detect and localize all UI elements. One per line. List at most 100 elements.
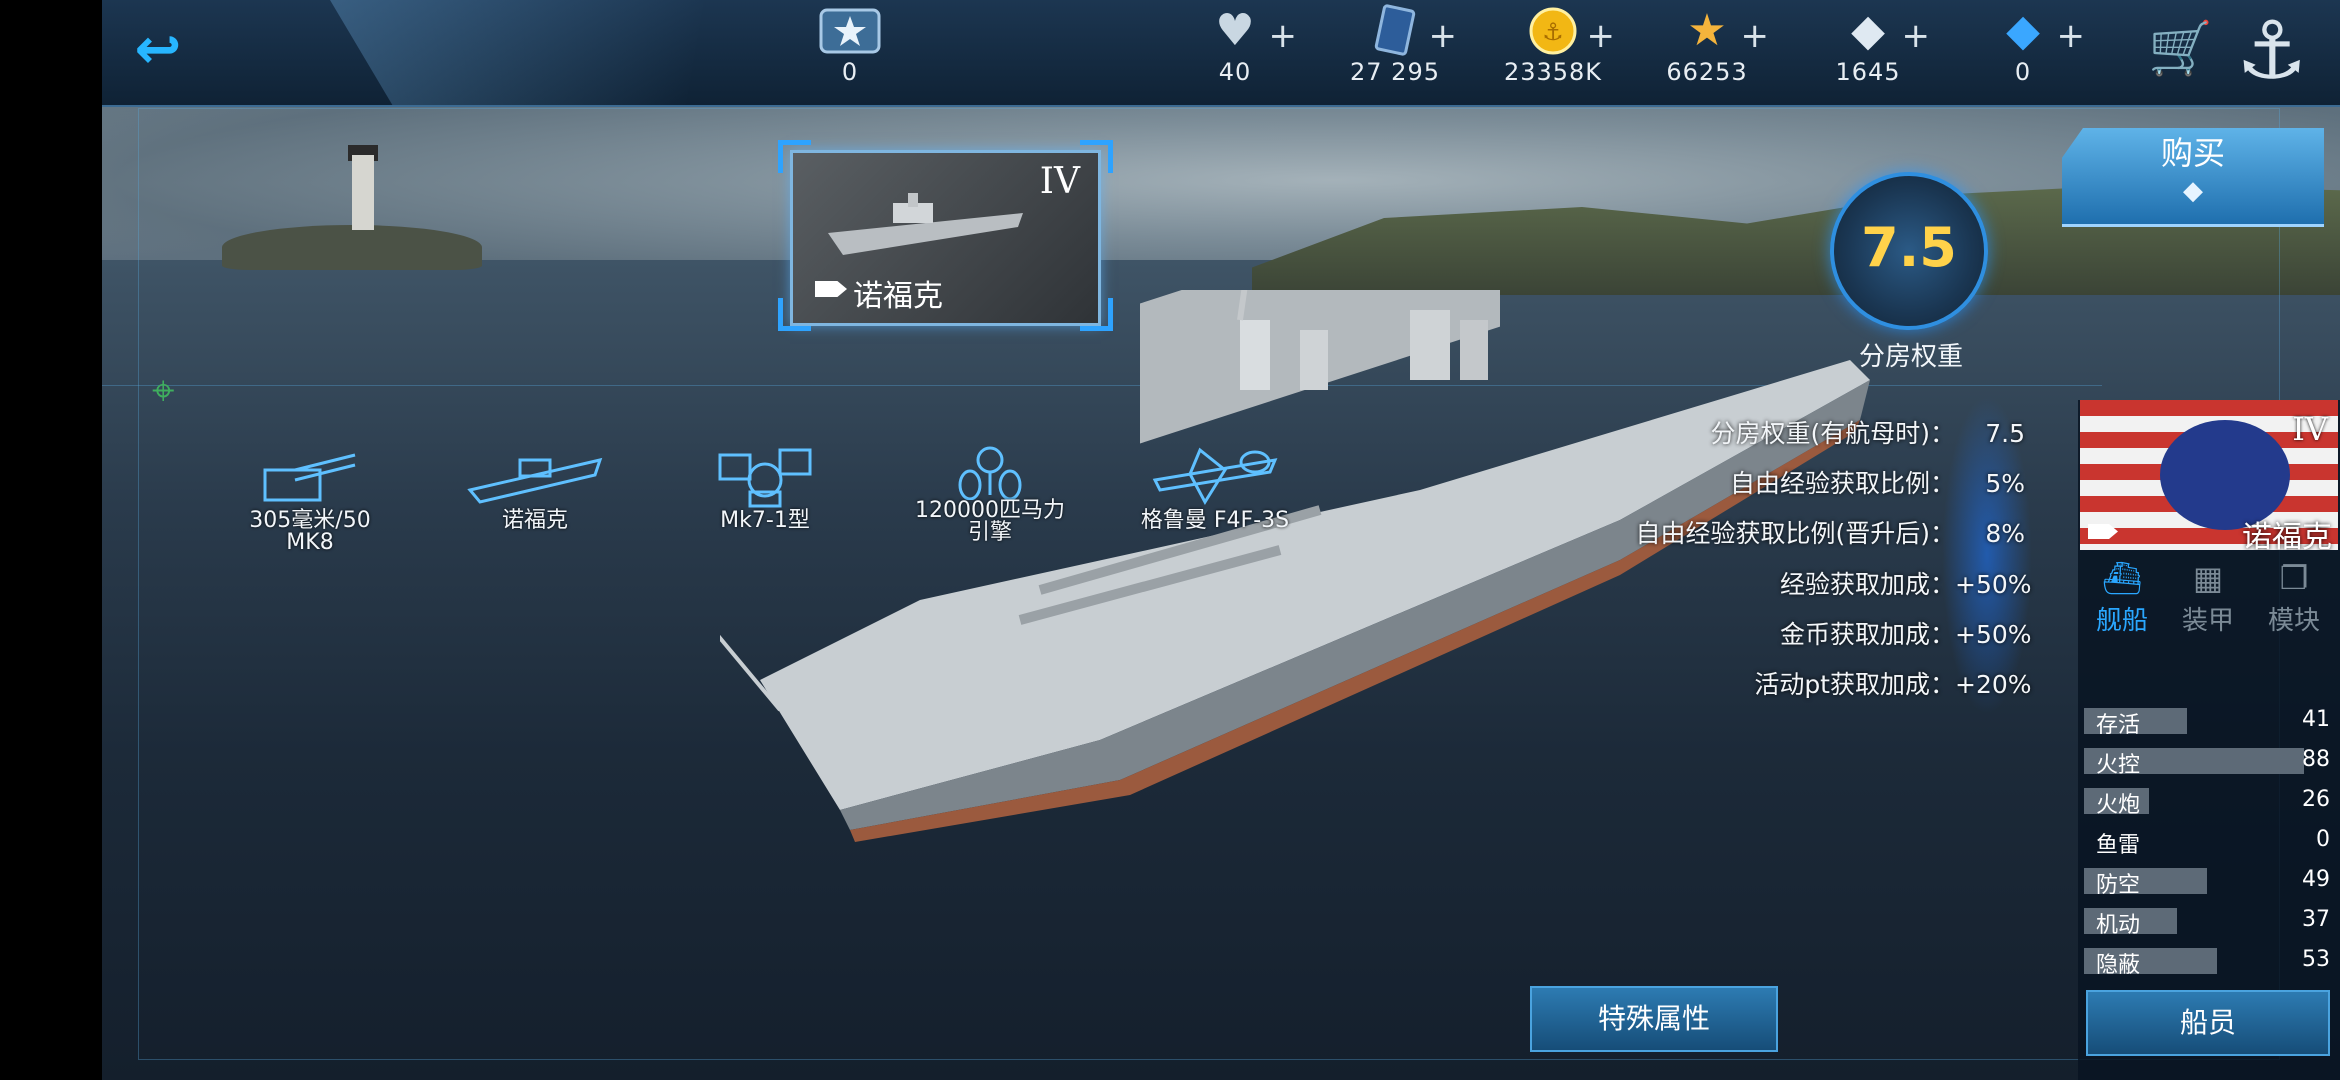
equipment-label: 格鲁曼 F4F-3S	[1140, 508, 1290, 533]
attribute-name: 机动	[2096, 913, 2141, 938]
ship-model	[720, 290, 1870, 842]
tab-ship[interactable]: ⛴ 舰船	[2080, 556, 2164, 642]
card-corner	[1080, 140, 1113, 173]
plus-icon[interactable]: +	[1429, 16, 1458, 56]
hull-icon	[467, 457, 603, 504]
diamond-icon: ◆	[2183, 176, 2203, 206]
plus-icon[interactable]: +	[1902, 16, 1931, 56]
attribute-value: 53	[2302, 947, 2330, 972]
attribute-value: 88	[2302, 747, 2330, 772]
resource-crystal[interactable]: ◆ + 0	[1953, 4, 2093, 94]
attribute-row: 火炮 26	[2084, 786, 2334, 818]
attribute-name: 火炮	[2096, 793, 2141, 818]
attribute-value: 41	[2302, 707, 2330, 732]
attribute-name: 鱼雷	[2096, 833, 2141, 858]
attribute-name: 防空	[2096, 873, 2141, 898]
shop-cart-icon[interactable]: 🛒	[2148, 18, 2213, 79]
anchor-icon[interactable]: ⚓	[2236, 4, 2308, 97]
tab-label: 装甲	[2181, 606, 2234, 636]
topbar-bevel	[330, 0, 850, 105]
weight-dial: 7.5	[1830, 172, 1988, 330]
attribute-row: 鱼雷 0	[2084, 826, 2334, 858]
buy-button[interactable]: 购买 ◆	[2062, 128, 2324, 227]
equipment-engine[interactable]: 120000匹马力 引擎	[905, 440, 1075, 544]
equipment-label: Mk7-1型	[720, 508, 810, 533]
card-icon	[1374, 4, 1416, 56]
target-focus-icon[interactable]: ⌖	[152, 368, 175, 414]
tab-module[interactable]: ❐ 模块	[2252, 556, 2336, 642]
resource-card[interactable]: + 27 295	[1325, 4, 1465, 94]
plane-icon	[1152, 447, 1278, 505]
attribute-name: 存活	[2096, 713, 2141, 738]
attribute-name: 隐蔽	[2096, 953, 2141, 978]
rank-badge[interactable]: 0	[780, 4, 920, 94]
ship-flag-card[interactable]: IV 诺福克	[2080, 400, 2338, 550]
equipment-radar[interactable]: Mk7-1型	[700, 440, 830, 532]
attribute-row: 防空 49	[2084, 866, 2334, 898]
attribute-value: 37	[2302, 907, 2330, 932]
attribute-row: 火控 88	[2084, 746, 2334, 778]
card-value: 27 295	[1350, 58, 1440, 86]
plus-icon[interactable]: +	[1269, 16, 1298, 56]
ship-tab-icon: ⛴	[2101, 559, 2143, 597]
svg-text:⚓: ⚓	[1542, 18, 1564, 46]
panel-ship-name: 诺福克	[2242, 520, 2332, 550]
attribute-name: 火控	[2096, 753, 2141, 778]
engine-icon	[958, 446, 1022, 500]
crew-button[interactable]: 船员	[2086, 990, 2330, 1056]
tab-label: 模块	[2267, 606, 2320, 636]
equipment-turret[interactable]: 305毫米/50 MK8	[235, 440, 385, 554]
special-attributes-button[interactable]: 特殊属性	[1530, 986, 1778, 1052]
stat-row: 自由经验获取比例(晋升后)： 8%	[1635, 519, 2025, 548]
crystal-value: 0	[2014, 58, 2032, 86]
equipment-plane[interactable]: 格鲁曼 F4F-3S	[1125, 440, 1305, 532]
special-attributes-label: 特殊属性	[1597, 1002, 1710, 1035]
attribute-value: 26	[2302, 787, 2330, 812]
rank-star-icon	[819, 8, 881, 54]
stat-row: 分房权重(有航母时)： 7.5	[1710, 419, 2025, 448]
back-arrow-icon: ↩	[134, 17, 182, 82]
module-tab-icon: ❐	[2279, 559, 2309, 597]
attribute-value: 49	[2302, 867, 2330, 892]
star-value: 66253	[1666, 58, 1748, 86]
stat-row: 金币获取加成：+50%	[1779, 620, 2032, 649]
attribute-value: 0	[2316, 827, 2330, 852]
plus-icon[interactable]: +	[1587, 16, 1616, 56]
tab-armor[interactable]: ▦ 装甲	[2166, 556, 2250, 642]
left-black-bar	[0, 0, 102, 1080]
stat-row: 经验获取加成：+50%	[1779, 570, 2032, 599]
ship-thumbnail-icon	[828, 193, 1023, 255]
ship-class-icon	[2088, 524, 2118, 539]
equipment-hull[interactable]: 诺福克	[460, 440, 610, 532]
radar-icon	[718, 448, 812, 508]
panel-ship-tier: IV	[2292, 410, 2328, 448]
stat-row: 活动pt获取加成：+20%	[1754, 670, 2032, 699]
equipment-label: 305毫米/50 MK8	[249, 508, 371, 555]
rank-value: 0	[841, 58, 859, 86]
tab-label: 舰船	[2095, 606, 2148, 636]
heart-value: 40	[1218, 58, 1252, 86]
crew-label: 船员	[2179, 1006, 2236, 1039]
weight-label: 分房权重	[1858, 342, 1963, 372]
resource-star[interactable]: ★ + 66253	[1637, 4, 1777, 94]
attribute-row: 存活 41	[2084, 706, 2334, 738]
attribute-row: 隐蔽 53	[2084, 946, 2334, 978]
resource-heart[interactable]: ♥ + 40	[1165, 4, 1305, 94]
attribute-row: 机动 37	[2084, 906, 2334, 938]
plus-icon[interactable]: +	[2057, 16, 2086, 56]
armor-tab-icon: ▦	[2192, 559, 2224, 597]
diamond-value: 1645	[1835, 58, 1901, 86]
gold-value: 23358K	[1503, 58, 1603, 86]
buy-label: 购买	[2160, 134, 2225, 172]
back-button[interactable]: ↩	[118, 20, 198, 80]
ship-tier: IV	[1039, 161, 1080, 202]
resource-diamond[interactable]: ◆ + 1645	[1798, 4, 1938, 94]
equipment-label: 120000匹马力 引擎	[915, 498, 1065, 545]
plus-icon[interactable]: +	[1741, 16, 1770, 56]
resource-gold[interactable]: ⚓ + 23358K	[1483, 4, 1623, 94]
turret-icon	[263, 453, 356, 502]
card-corner	[778, 140, 811, 173]
weight-value: 7.5	[1861, 216, 1957, 279]
stat-row: 自由经验获取比例： 5%	[1729, 469, 2025, 498]
equipment-label: 诺福克	[501, 508, 568, 533]
